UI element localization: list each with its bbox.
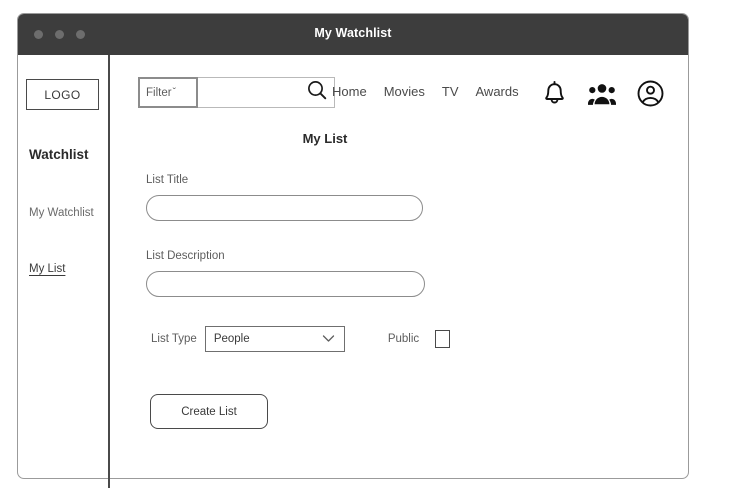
nav-link-awards[interactable]: Awards <box>476 84 519 99</box>
app-window: My Watchlist LOGO Watchlist My Watchlist… <box>17 13 689 488</box>
sidebar-item-my-list[interactable]: My List <box>29 263 65 275</box>
window-title: My Watchlist <box>314 26 392 40</box>
create-list-button[interactable]: Create List <box>150 394 268 429</box>
sidebar: LOGO Watchlist My Watchlist My List <box>18 55 108 478</box>
list-type-label: List Type <box>151 333 197 345</box>
nav-links: Home Movies TV Awards <box>332 84 519 99</box>
public-label: Public <box>387 333 420 345</box>
people-group-icon[interactable] <box>588 82 616 111</box>
list-description-label: List Description <box>146 250 225 262</box>
nav-icon-group <box>542 80 664 112</box>
sidebar-heading: Watchlist <box>29 147 89 162</box>
list-title-label: List Title <box>146 174 189 186</box>
nav-link-home[interactable]: Home <box>332 84 367 99</box>
list-type-select[interactable]: People <box>204 326 345 352</box>
filter-dropdown-button[interactable]: Filter ˇ <box>138 77 198 108</box>
list-description-input[interactable] <box>146 271 425 297</box>
page-title: My List <box>302 131 348 146</box>
logo[interactable]: LOGO <box>26 79 99 110</box>
nav-link-tv[interactable]: TV <box>442 84 459 99</box>
nav-link-movies[interactable]: Movies <box>384 84 425 99</box>
list-type-row: List Type People Public <box>151 326 451 352</box>
list-type-selected-value: People <box>213 333 250 345</box>
filter-label: Filter <box>146 86 172 99</box>
public-checkbox[interactable] <box>435 330 451 348</box>
search-box[interactable] <box>198 77 335 109</box>
window-body: LOGO Watchlist My Watchlist My List Filt… <box>18 55 688 488</box>
search-icon[interactable] <box>306 79 328 106</box>
account-circle-icon[interactable] <box>637 80 664 112</box>
search-input[interactable] <box>202 78 311 109</box>
chevron-down-icon: ˇ <box>172 87 176 98</box>
top-navigation-bar: Filter ˇ Home Movies TV Awards <box>110 75 688 113</box>
sidebar-item-my-watchlist[interactable]: My Watchlist <box>29 207 94 219</box>
content-area: Filter ˇ Home Movies TV Awards My List L… <box>110 55 688 478</box>
notification-bell-icon[interactable] <box>542 80 567 112</box>
list-title-input[interactable] <box>146 195 423 221</box>
chevron-down-icon <box>322 330 335 348</box>
title-bar: My Watchlist <box>18 14 688 55</box>
search-group: Filter ˇ <box>138 77 335 109</box>
